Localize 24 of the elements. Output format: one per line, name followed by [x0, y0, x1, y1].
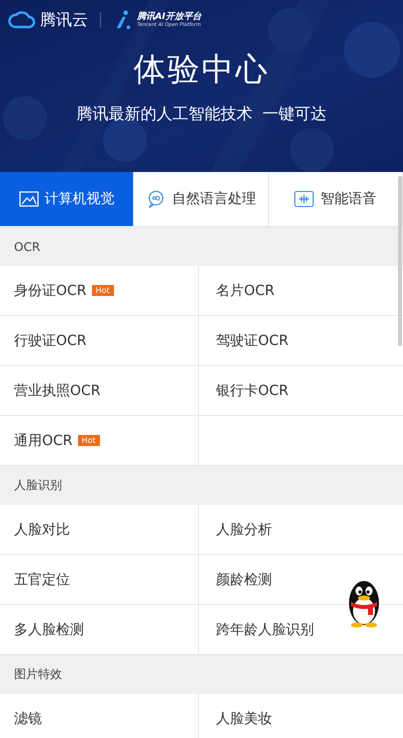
page-title: 体验中心	[134, 49, 270, 90]
platform-name: 腾讯AI开放平台	[137, 12, 202, 22]
brand-name: 腾讯云	[40, 10, 88, 30]
section-title: OCR	[14, 240, 40, 254]
section-title: 图片特效	[14, 666, 62, 683]
feature-item[interactable]: 身份证OCR Hot	[0, 266, 199, 316]
hot-badge: Hot	[78, 434, 100, 446]
page-subtitle: 腾讯最新的人工智能技术 一键可达	[76, 104, 327, 125]
feature-item[interactable]: 人脸分析	[199, 505, 403, 555]
sound-wave-icon	[294, 190, 314, 208]
category-tab[interactable]: 计算机视觉	[0, 172, 134, 226]
feature-item[interactable]: 五官定位	[0, 555, 199, 605]
feature-item[interactable]: 滤镜	[0, 694, 199, 738]
feature-item[interactable]: 人脸对比	[0, 505, 199, 555]
speech-bubble-icon	[146, 190, 166, 208]
feature-item[interactable]: 营业执照OCR	[0, 366, 199, 416]
feature-item[interactable]: 行驶证OCR	[0, 316, 199, 366]
section-title: 人脸识别	[14, 477, 62, 494]
hot-badge: Hot	[92, 284, 114, 296]
scrollbar[interactable]	[398, 176, 402, 346]
feature-item[interactable]: 银行卡OCR	[199, 366, 403, 416]
cloud-logo-icon	[8, 11, 36, 29]
image-icon	[18, 190, 39, 208]
feature-item[interactable]: 人脸美妆	[199, 694, 403, 738]
